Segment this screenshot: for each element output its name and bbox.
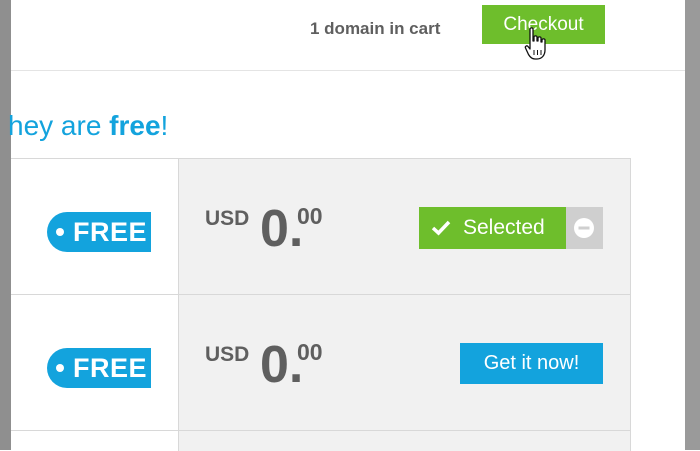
price-currency: USD [205, 207, 250, 230]
domain-row: FREE USD 0. 00 Selected [11, 159, 630, 295]
price-decimals: 00 [297, 203, 323, 229]
window-right-edge [685, 0, 700, 450]
headline-emphasis: free [109, 110, 161, 141]
free-badge: FREE [47, 348, 151, 388]
price-cell [179, 431, 630, 451]
free-badge-label: FREE [73, 353, 148, 383]
selected-label: Selected [463, 216, 545, 239]
remove-from-cart-button[interactable] [566, 207, 603, 249]
get-it-now-button[interactable]: Get it now! [460, 343, 603, 384]
page-headline: hey are free! [8, 108, 168, 144]
free-badge: FREE [47, 212, 151, 252]
hand-pointer-icon [524, 27, 546, 60]
domain-results-table: FREE USD 0. 00 Selected FREE USD 0. 00 G… [11, 158, 631, 451]
price-cell: USD 0. 00 Selected [179, 159, 630, 294]
window-left-edge [0, 0, 11, 450]
domain-row: FREE USD 0. 00 Get it now! [11, 295, 630, 431]
domain-cell: FREE [11, 295, 179, 430]
headline-prefix: hey are [8, 110, 110, 141]
domain-cell: FREE [11, 159, 179, 294]
dot-icon [56, 364, 64, 372]
selected-button[interactable]: Selected [419, 207, 566, 249]
check-icon [431, 220, 451, 236]
minus-circle-icon [574, 218, 594, 238]
header-divider [11, 70, 685, 71]
domain-row [11, 431, 630, 451]
cart-status: 1 domain in cart [310, 19, 441, 38]
price-decimals: 00 [297, 339, 323, 365]
domain-cell [11, 431, 179, 451]
selected-action-group: Selected [419, 207, 603, 249]
headline-suffix: ! [160, 110, 169, 141]
price-cell: USD 0. 00 Get it now! [179, 295, 630, 430]
price-currency: USD [205, 343, 250, 366]
dot-icon [56, 228, 64, 236]
free-badge-label: FREE [73, 217, 148, 247]
